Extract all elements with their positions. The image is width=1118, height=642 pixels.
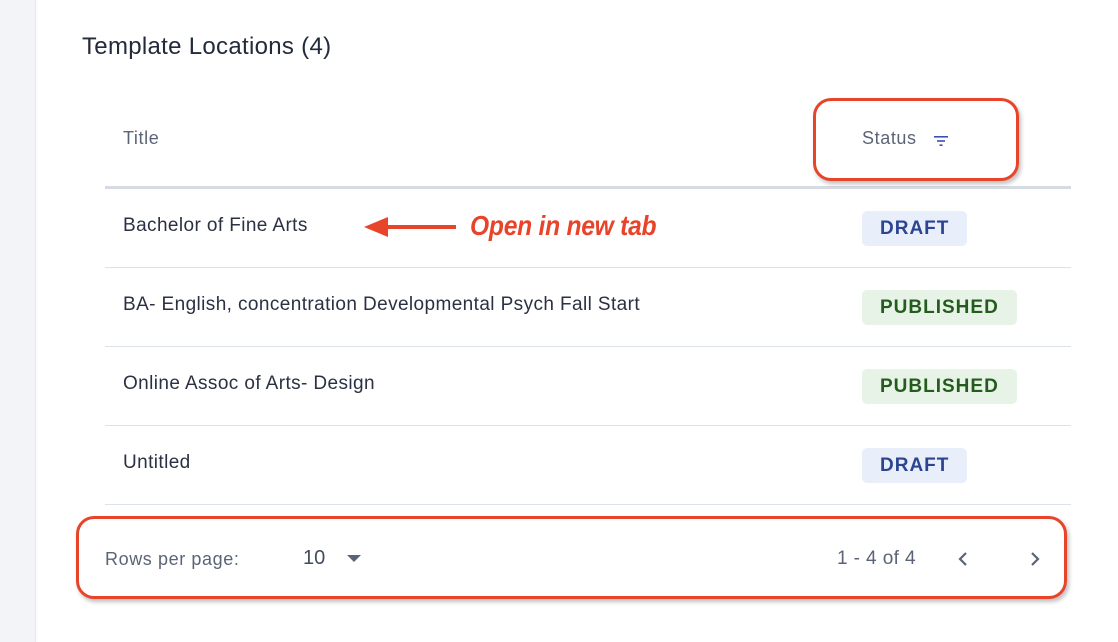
row-title-link[interactable]: Bachelor of Fine Arts [123, 215, 308, 237]
row-title-link[interactable]: Online Assoc of Arts- Design [123, 373, 375, 395]
annotation-highlight-pagination [76, 516, 1067, 599]
table-row[interactable]: Online Assoc of Arts- Design PUBLISHED [105, 347, 1071, 426]
page-title: Template Locations (4) [82, 33, 332, 60]
row-title-link[interactable]: Untitled [123, 452, 191, 474]
status-badge: PUBLISHED [862, 369, 1017, 404]
row-title-link[interactable]: BA- English, concentration Developmental… [123, 294, 640, 316]
table-row[interactable]: Untitled DRAFT [105, 426, 1071, 505]
column-header-title[interactable]: Title [123, 128, 159, 149]
status-badge: DRAFT [862, 211, 968, 246]
table-row[interactable]: BA- English, concentration Developmental… [105, 268, 1071, 347]
annotation-callout-text: Open in new tab [470, 210, 657, 241]
status-badge: PUBLISHED [862, 290, 1017, 325]
annotation-highlight-status [813, 98, 1019, 181]
status-badge: DRAFT [862, 448, 968, 483]
left-sidebar-edge [0, 0, 36, 642]
annotation-arrow-left-icon [364, 217, 456, 237]
